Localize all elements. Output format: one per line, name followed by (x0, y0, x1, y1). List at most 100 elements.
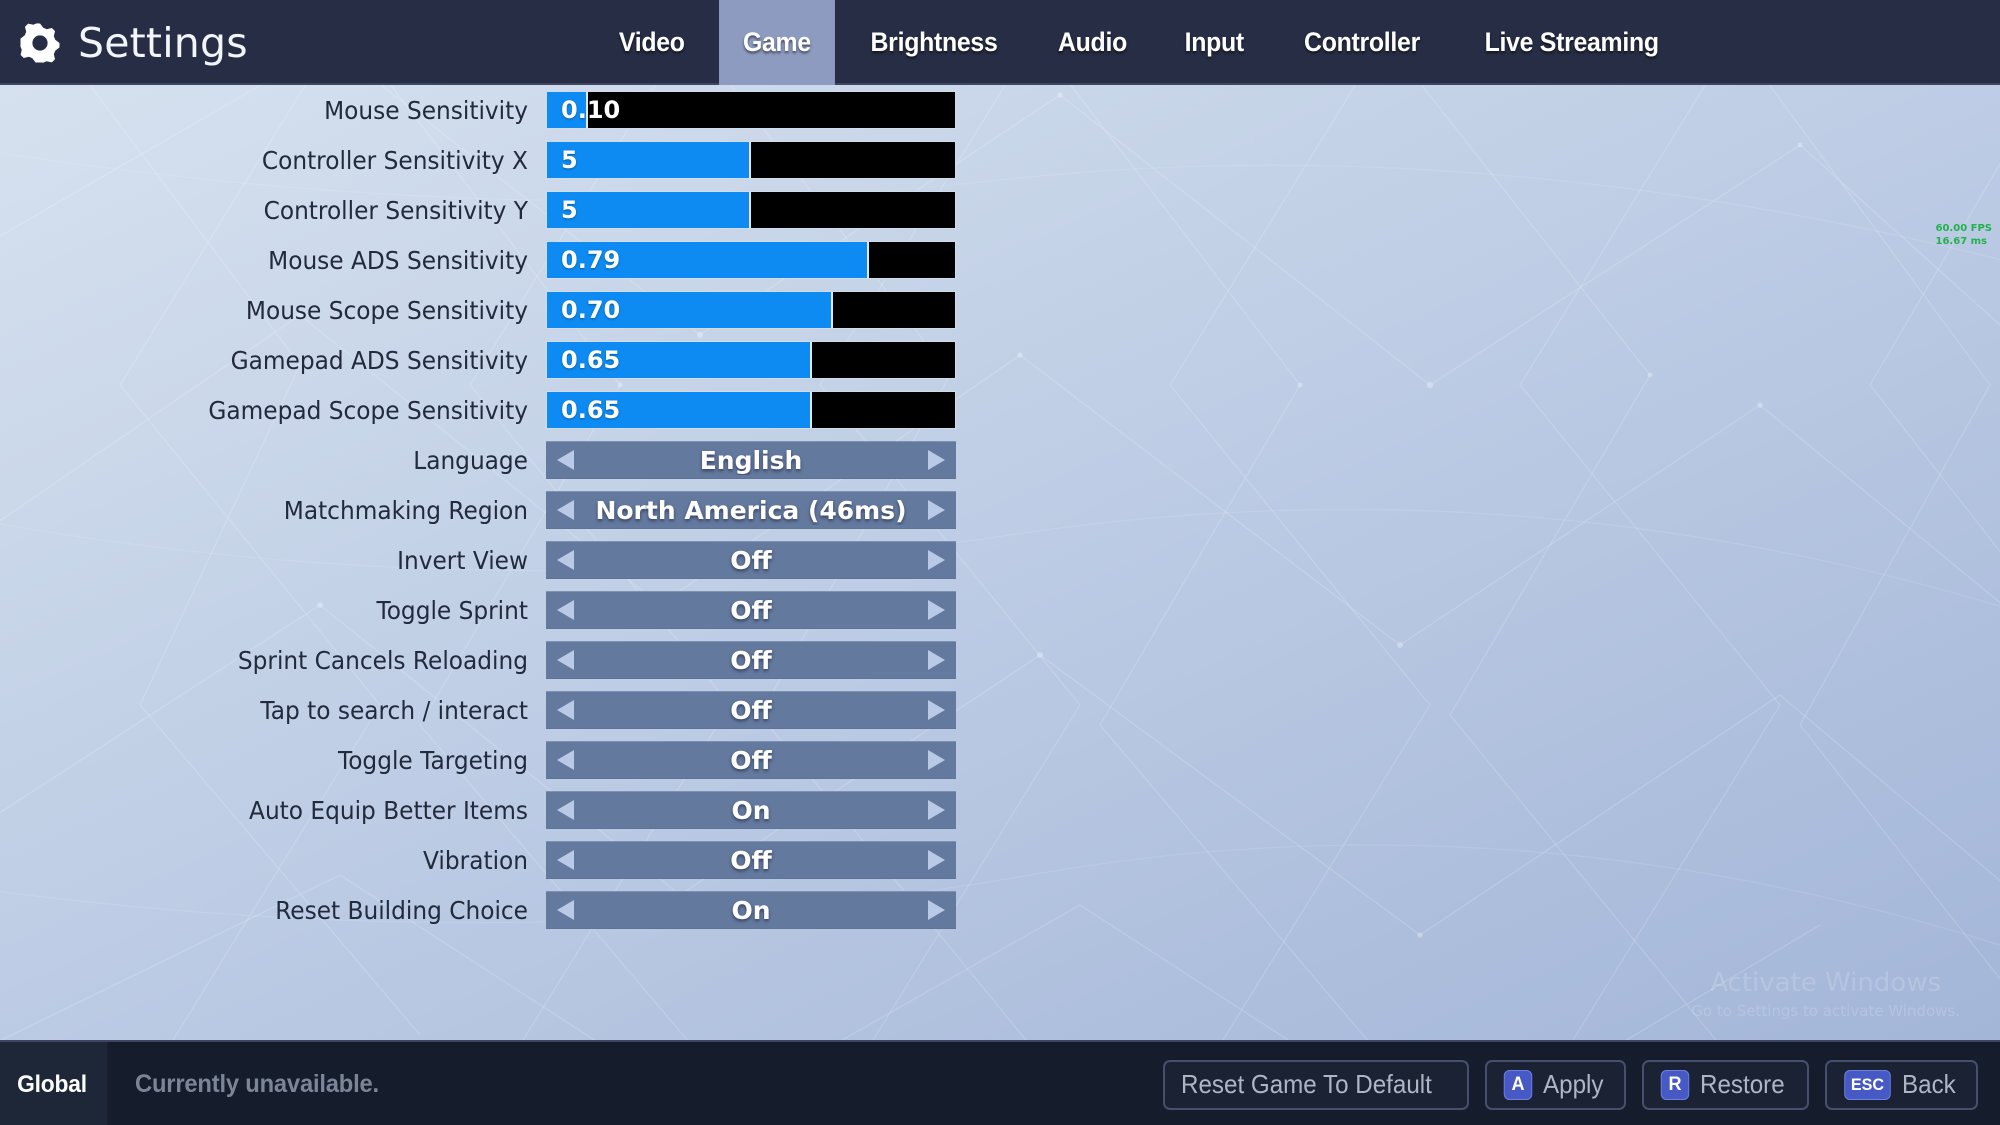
gear-icon (20, 22, 60, 63)
arrow-right-icon[interactable] (916, 541, 956, 579)
setting-control: English (546, 441, 956, 479)
arrow-left-icon[interactable] (546, 841, 586, 879)
setting-control: On (546, 891, 956, 929)
settings-rows-container: Mouse Sensitivity 0.10 Controller Sensitiv… (0, 85, 2000, 935)
arrow-left-icon[interactable] (546, 741, 586, 779)
arrow-left-icon[interactable] (546, 791, 586, 829)
slider-mouse-sensitivity[interactable]: 0.10 (546, 91, 956, 129)
arrow-right-icon[interactable] (916, 441, 956, 479)
slider-controller-sensitivity-y[interactable]: 5 (546, 191, 956, 229)
setting-row-tap-to-search-interact: Tap to search / interact Off (0, 685, 2000, 735)
setting-control: On (546, 791, 956, 829)
setting-row-mouse-ads-sensitivity: Mouse ADS Sensitivity 0.79 (0, 235, 2000, 285)
setting-label: Mouse ADS Sensitivity (268, 245, 528, 275)
setting-row-vibration: Vibration Off (0, 835, 2000, 885)
setting-label: Mouse Sensitivity (324, 95, 528, 125)
tab-live-streaming[interactable]: Live Streaming (1461, 0, 1683, 85)
stepper-tap-to-search-interact[interactable]: Off (546, 691, 956, 729)
scope-badge-global[interactable]: Global (0, 1042, 108, 1125)
arrow-left-icon[interactable] (546, 691, 586, 729)
fps-value: 60.00 FPS (1935, 223, 1992, 234)
setting-row-auto-equip-better-items: Auto Equip Better Items On (0, 785, 2000, 835)
key-badge-a: A (1503, 1069, 1533, 1100)
arrow-left-icon[interactable] (546, 591, 586, 629)
tab-brightness[interactable]: Brightness (847, 0, 1022, 85)
key-badge-r: R (1660, 1069, 1690, 1100)
setting-row-toggle-sprint: Toggle Sprint Off (0, 585, 2000, 635)
bottom-action-bar: Global Currently unavailable. Reset Game… (0, 1040, 2000, 1125)
button-label: Reset Game To Default (1181, 1069, 1433, 1099)
tab-controller[interactable]: Controller (1280, 0, 1444, 85)
tab-label: Game (742, 27, 811, 57)
arrow-right-icon[interactable] (916, 641, 956, 679)
slider-value: 0.79 (561, 246, 621, 274)
apply-button[interactable]: A Apply (1485, 1059, 1627, 1110)
footer-status-group: Global Currently unavailable. (0, 1042, 392, 1125)
setting-label: Controller Sensitivity Y (263, 195, 528, 225)
arrow-left-icon[interactable] (546, 441, 586, 479)
setting-label: Language (413, 445, 528, 475)
tab-video[interactable]: Video (595, 0, 709, 85)
reset-game-to-default-button[interactable]: Reset Game To Default (1163, 1059, 1470, 1110)
arrow-right-icon[interactable] (916, 741, 956, 779)
key-badge-esc: ESC (1844, 1069, 1891, 1100)
stepper-auto-equip-better-items[interactable]: On (546, 791, 956, 829)
restore-button[interactable]: R Restore (1642, 1059, 1810, 1110)
setting-label: Reset Building Choice (275, 895, 528, 925)
arrow-right-icon[interactable] (916, 791, 956, 829)
arrow-left-icon[interactable] (546, 641, 586, 679)
setting-label: Gamepad Scope Sensitivity (208, 395, 528, 425)
slider-value: 5 (561, 146, 578, 174)
arrow-left-icon[interactable] (546, 491, 586, 529)
setting-control: Off (546, 841, 956, 879)
button-label: Restore (1700, 1069, 1785, 1099)
stepper-reset-building-choice[interactable]: On (546, 891, 956, 929)
tab-label: Audio (1058, 27, 1128, 57)
arrow-right-icon[interactable] (916, 691, 956, 729)
slider-mouse-scope-sensitivity[interactable]: 0.70 (546, 291, 956, 329)
watermark-line-2: Go to Settings to activate Windows. (1691, 1002, 1960, 1020)
page-title: Settings (78, 18, 248, 67)
setting-row-gamepad-scope-sensitivity: Gamepad Scope Sensitivity 0.65 (0, 385, 2000, 435)
setting-control: Off (546, 541, 956, 579)
tab-audio[interactable]: Audio (1034, 0, 1151, 85)
setting-control: 0.65 (546, 391, 956, 429)
setting-row-controller-sensitivity-y: Controller Sensitivity Y 5 (0, 185, 2000, 235)
arrow-right-icon[interactable] (916, 491, 956, 529)
setting-label: Auto Equip Better Items (249, 795, 529, 825)
stepper-language[interactable]: English (546, 441, 956, 479)
back-button[interactable]: ESC Back (1825, 1059, 1978, 1110)
arrow-left-icon[interactable] (546, 891, 586, 929)
app-brand: Settings (18, 0, 248, 85)
stepper-value: Off (730, 595, 772, 625)
arrow-right-icon[interactable] (916, 891, 956, 929)
stepper-toggle-targeting[interactable]: Off (546, 741, 956, 779)
stepper-value: Off (730, 645, 772, 675)
top-header-bar: Settings Video Game Brightness Audio Input Co… (0, 0, 2000, 85)
settings-tab-bar: Video Game Brightness Audio Input Controller L… (590, 0, 1692, 85)
slider-mouse-ads-sensitivity[interactable]: 0.79 (546, 241, 956, 279)
slider-controller-sensitivity-x[interactable]: 5 (546, 141, 956, 179)
setting-label: Controller Sensitivity X (261, 145, 528, 175)
stepper-toggle-sprint[interactable]: Off (546, 591, 956, 629)
stepper-invert-view[interactable]: Off (546, 541, 956, 579)
stepper-vibration[interactable]: Off (546, 841, 956, 879)
arrow-right-icon[interactable] (916, 591, 956, 629)
tab-label: Input (1184, 27, 1245, 57)
tab-label: Video (618, 27, 685, 57)
slider-value: 0.65 (561, 346, 621, 374)
setting-control: Off (546, 691, 956, 729)
arrow-right-icon[interactable] (916, 841, 956, 879)
tab-game[interactable]: Game (718, 0, 835, 85)
setting-row-controller-sensitivity-x: Controller Sensitivity X 5 (0, 135, 2000, 185)
setting-label: Gamepad ADS Sensitivity (230, 345, 528, 375)
setting-label: Matchmaking Region (283, 495, 528, 525)
arrow-left-icon[interactable] (546, 541, 586, 579)
slider-gamepad-scope-sensitivity[interactable]: 0.65 (546, 391, 956, 429)
tab-input[interactable]: Input (1161, 0, 1268, 85)
stepper-sprint-cancels-reloading[interactable]: Off (546, 641, 956, 679)
slider-gamepad-ads-sensitivity[interactable]: 0.65 (546, 341, 956, 379)
setting-control: North America (46ms) (546, 491, 956, 529)
stepper-matchmaking-region[interactable]: North America (46ms) (546, 491, 956, 529)
setting-label: Invert View (397, 545, 528, 575)
